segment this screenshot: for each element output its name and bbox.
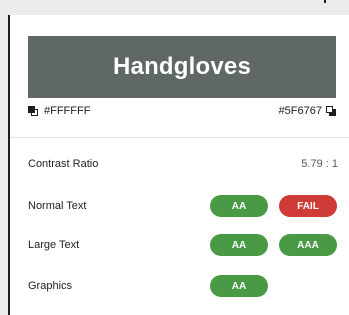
graphics-aa-badge: AA (210, 275, 268, 297)
background-swatch[interactable]: #5F6767 (279, 105, 336, 117)
background-hex-label: #5F6767 (278, 105, 322, 117)
normal-text-aa-badge: AA (210, 195, 268, 217)
foreground-swatch[interactable]: #FFFFFF (28, 105, 90, 117)
foreground-color-chip-icon (28, 106, 38, 116)
graphics-row: Graphics AA (28, 275, 338, 297)
foreground-hex-label: #FFFFFF (44, 105, 91, 117)
contrast-ratio-value: 5.79 : 1 (301, 158, 338, 170)
panel-left-edge (8, 15, 10, 315)
large-text-aaa-badge: AAA (279, 234, 337, 256)
large-text-row: Large Text AA AAA (28, 234, 338, 256)
contrast-ratio-row: Contrast Ratio 5.79 : 1 (28, 153, 338, 175)
graphics-label: Graphics (28, 280, 73, 292)
preview-sample-text: Handgloves (112, 53, 252, 80)
swatch-row: #FFFFFF #5F6767 (28, 103, 336, 119)
normal-text-row: Normal Text AA FAIL (28, 195, 338, 217)
window-top-bar (0, 0, 349, 15)
large-text-aa-badge: AA (210, 234, 268, 256)
divider (10, 137, 349, 138)
text-preview: Handgloves (28, 36, 336, 98)
top-bar-mark (324, 0, 326, 3)
normal-text-aaa-badge: FAIL (279, 195, 337, 217)
background-color-chip-icon (326, 106, 336, 116)
contrast-ratio-label: Contrast Ratio (28, 158, 99, 170)
